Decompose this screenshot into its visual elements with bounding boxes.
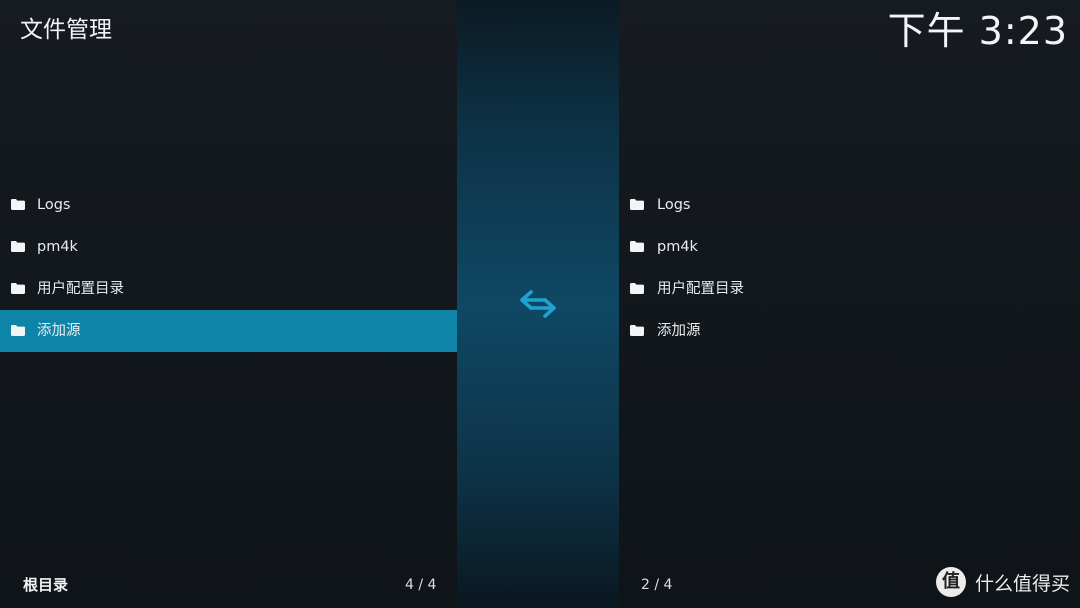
- right-item-logs[interactable]: Logs: [619, 184, 1080, 226]
- right-item-label: pm4k: [657, 239, 698, 255]
- left-item-pm4k[interactable]: pm4k: [0, 226, 457, 268]
- left-item-label: 添加源: [37, 323, 81, 339]
- right-pane: Logs pm4k 用户配置目录 添加源 2 / 4: [619, 0, 1080, 608]
- left-pane: Logs pm4k 用户配置目录 添加源 根目录 4 / 4: [0, 0, 457, 608]
- folder-icon: [630, 283, 644, 294]
- left-item-profile-dir[interactable]: 用户配置目录: [0, 268, 457, 310]
- folder-icon: [11, 283, 25, 294]
- page-title: 文件管理: [20, 17, 112, 43]
- watermark-logo-icon: 值: [935, 567, 966, 597]
- current-path: 根目录: [23, 576, 69, 594]
- left-item-logs[interactable]: Logs: [0, 184, 457, 226]
- file-manager-screen: Logs pm4k 用户配置目录 添加源 根目录 4 / 4 Logs pm4k…: [0, 0, 1080, 608]
- folder-icon: [11, 199, 25, 210]
- left-item-label: pm4k: [37, 239, 78, 255]
- right-item-pm4k[interactable]: pm4k: [619, 226, 1080, 268]
- right-file-list: Logs pm4k 用户配置目录 添加源: [619, 184, 1080, 352]
- clock: 下午 3:23: [887, 9, 1068, 53]
- right-item-profile-dir[interactable]: 用户配置目录: [619, 268, 1080, 310]
- left-item-counter: 4 / 4: [405, 577, 437, 593]
- swap-arrows-icon[interactable]: [519, 286, 557, 322]
- right-item-label: Logs: [657, 197, 691, 213]
- folder-icon: [630, 199, 644, 210]
- right-item-add-source[interactable]: 添加源: [619, 310, 1080, 352]
- folder-icon: [630, 325, 644, 336]
- center-divider: [457, 0, 619, 608]
- right-item-label: 添加源: [657, 323, 701, 339]
- left-item-label: 用户配置目录: [37, 281, 124, 297]
- left-file-list: Logs pm4k 用户配置目录 添加源: [0, 184, 457, 352]
- right-item-label: 用户配置目录: [657, 281, 744, 297]
- left-item-add-source[interactable]: 添加源: [0, 310, 457, 352]
- folder-icon: [11, 325, 25, 336]
- watermark: 值 什么值得买: [935, 563, 1070, 601]
- folder-icon: [11, 241, 25, 252]
- right-item-counter: 2 / 4: [641, 577, 673, 593]
- left-item-label: Logs: [37, 197, 71, 213]
- watermark-text: 什么值得买: [974, 572, 1070, 595]
- folder-icon: [630, 241, 644, 252]
